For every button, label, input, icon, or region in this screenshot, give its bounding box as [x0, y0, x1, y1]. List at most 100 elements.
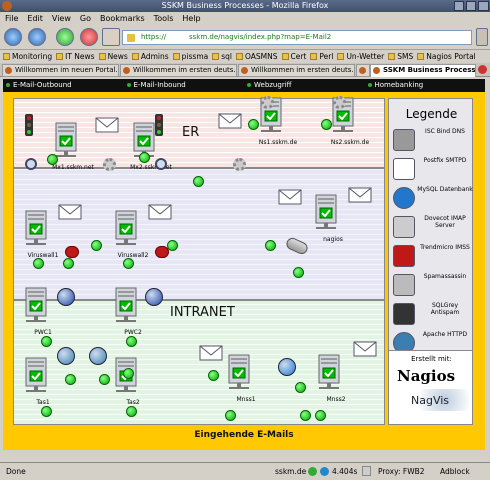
service-ok-icon[interactable]	[208, 370, 219, 381]
nav-email-inbound[interactable]: E-Mail-Inbound	[124, 79, 245, 92]
nav-webzugriff[interactable]: Webzugriff	[244, 79, 365, 92]
bug-icon[interactable]	[65, 246, 79, 258]
mail-icon[interactable]	[95, 116, 119, 136]
host-node[interactable]: Viruswall1	[23, 210, 63, 260]
bookmark-item[interactable]: Nagios Portal	[417, 50, 476, 63]
bookmark-item[interactable]: Cert	[281, 50, 306, 63]
menu-tools[interactable]: Tools	[154, 12, 174, 25]
service-ok-icon[interactable]	[91, 240, 102, 251]
url-field[interactable]: https:// sskm.de/nagvis/index.php?map=E-…	[122, 30, 472, 45]
mail-icon[interactable]	[353, 340, 377, 360]
gear-icon[interactable]	[333, 96, 346, 109]
menu-view[interactable]: View	[52, 12, 71, 25]
go-icon[interactable]	[476, 28, 488, 46]
service-ok-icon[interactable]	[265, 240, 276, 251]
mail-icon[interactable]	[58, 203, 82, 223]
service-ok-icon[interactable]	[295, 382, 306, 393]
menu-file[interactable]: File	[5, 12, 18, 25]
magnifier-icon[interactable]	[25, 158, 37, 170]
bookmark-item[interactable]: SMS	[388, 50, 413, 63]
service-ok-icon[interactable]	[41, 406, 52, 417]
service-ok-icon[interactable]	[193, 176, 204, 187]
host-node[interactable]: Mx1.sskm.net	[52, 122, 94, 172]
service-ok-icon[interactable]	[293, 267, 304, 278]
firewall-icon[interactable]	[57, 288, 75, 306]
minimize-button[interactable]	[454, 1, 464, 11]
gear-icon[interactable]	[103, 158, 116, 171]
bookmark-item[interactable]: Admins	[131, 50, 169, 63]
menu-edit[interactable]: Edit	[27, 12, 43, 25]
reload-icon[interactable]	[56, 28, 74, 46]
mail-icon[interactable]	[218, 112, 242, 132]
proxy-status[interactable]: Proxy: FWB2	[378, 463, 425, 480]
tab-4[interactable]	[356, 64, 370, 77]
magnifier-icon[interactable]	[155, 158, 167, 170]
service-ok-icon[interactable]	[248, 119, 259, 130]
bookmark-item[interactable]: sql	[212, 50, 232, 63]
host-node[interactable]: Tas1	[23, 357, 63, 407]
menu-help[interactable]: Help	[182, 12, 200, 25]
mail-icon[interactable]	[148, 203, 172, 223]
globe-icon[interactable]	[57, 347, 75, 365]
mail-icon[interactable]	[278, 188, 302, 208]
service-ok-icon[interactable]	[41, 336, 52, 347]
service-ok-icon[interactable]	[139, 152, 150, 163]
service-ok-icon[interactable]	[47, 154, 58, 165]
close-button[interactable]	[478, 1, 489, 11]
nagvis-logo: NagVis	[411, 394, 450, 407]
folder-icon	[3, 53, 10, 60]
service-ok-icon[interactable]	[225, 410, 236, 421]
adblock-status[interactable]: Adblock	[440, 463, 470, 480]
nav-email-outbound[interactable]: E-Mail-Outbound	[3, 79, 124, 92]
home-icon[interactable]	[102, 28, 120, 46]
service-ok-icon[interactable]	[123, 258, 134, 269]
menu-bookmarks[interactable]: Bookmarks	[100, 12, 145, 25]
service-ok-icon[interactable]	[126, 336, 137, 347]
bookmark-item[interactable]: News	[98, 50, 128, 63]
service-ok-icon[interactable]	[33, 258, 44, 269]
bookmark-item[interactable]: pissma	[172, 50, 208, 63]
maximize-button[interactable]	[466, 1, 476, 11]
tab-3[interactable]: Willkommen im ersten deuts...	[238, 64, 355, 77]
tab-active[interactable]: SSKM Business Processes	[370, 64, 476, 77]
mail-icon[interactable]	[199, 344, 223, 364]
gear-icon[interactable]	[233, 158, 246, 171]
save-icon[interactable]	[362, 466, 371, 476]
back-icon[interactable]	[4, 28, 22, 46]
legend-item: Dovecot IMAP Server	[391, 214, 472, 242]
bookmark-item[interactable]: Monitoring	[3, 50, 52, 63]
bookmark-item[interactable]: OASMNS	[235, 50, 278, 63]
service-ok-icon[interactable]	[315, 410, 326, 421]
forward-icon[interactable]	[28, 28, 46, 46]
service-ok-icon[interactable]	[63, 258, 74, 269]
host-node[interactable]: Tas2	[113, 357, 153, 407]
firewall-icon[interactable]	[145, 288, 163, 306]
service-ok-icon[interactable]	[321, 119, 332, 130]
host-node[interactable]: nagios	[313, 194, 353, 244]
nav-homebanking[interactable]: Homebanking	[365, 79, 486, 92]
service-ok-icon[interactable]	[123, 368, 134, 379]
mail-icon[interactable]	[348, 186, 372, 206]
service-ok-icon[interactable]	[126, 406, 137, 417]
menu-bar: File Edit View Go Bookmarks Tools Help	[0, 12, 490, 25]
globe-icon[interactable]	[89, 347, 107, 365]
bookmark-item[interactable]: Un-Wetter	[337, 50, 384, 63]
traffic-light-icon[interactable]	[155, 114, 163, 136]
tab-2[interactable]: Willkommen im ersten deuts...	[120, 64, 237, 77]
service-ok-icon[interactable]	[300, 410, 311, 421]
tab-1[interactable]: Willkommen im neuen Portal...	[2, 64, 119, 77]
stop-icon[interactable]	[80, 28, 98, 46]
service-ok-icon[interactable]	[99, 374, 110, 385]
traffic-light-icon[interactable]	[25, 114, 33, 136]
host-node[interactable]: Mnss1	[226, 354, 266, 404]
gear-icon[interactable]	[261, 96, 274, 109]
database-icon[interactable]	[278, 358, 296, 376]
close-tab-icon[interactable]	[478, 65, 487, 74]
host-node[interactable]: Viruswall2	[113, 210, 153, 260]
host-node[interactable]: Mnss2	[316, 354, 356, 404]
menu-go[interactable]: Go	[80, 12, 91, 25]
bookmark-item[interactable]: IT News	[56, 50, 95, 63]
bug-icon[interactable]	[155, 246, 169, 258]
service-ok-icon[interactable]	[65, 374, 76, 385]
bookmark-item[interactable]: Perl	[310, 50, 333, 63]
